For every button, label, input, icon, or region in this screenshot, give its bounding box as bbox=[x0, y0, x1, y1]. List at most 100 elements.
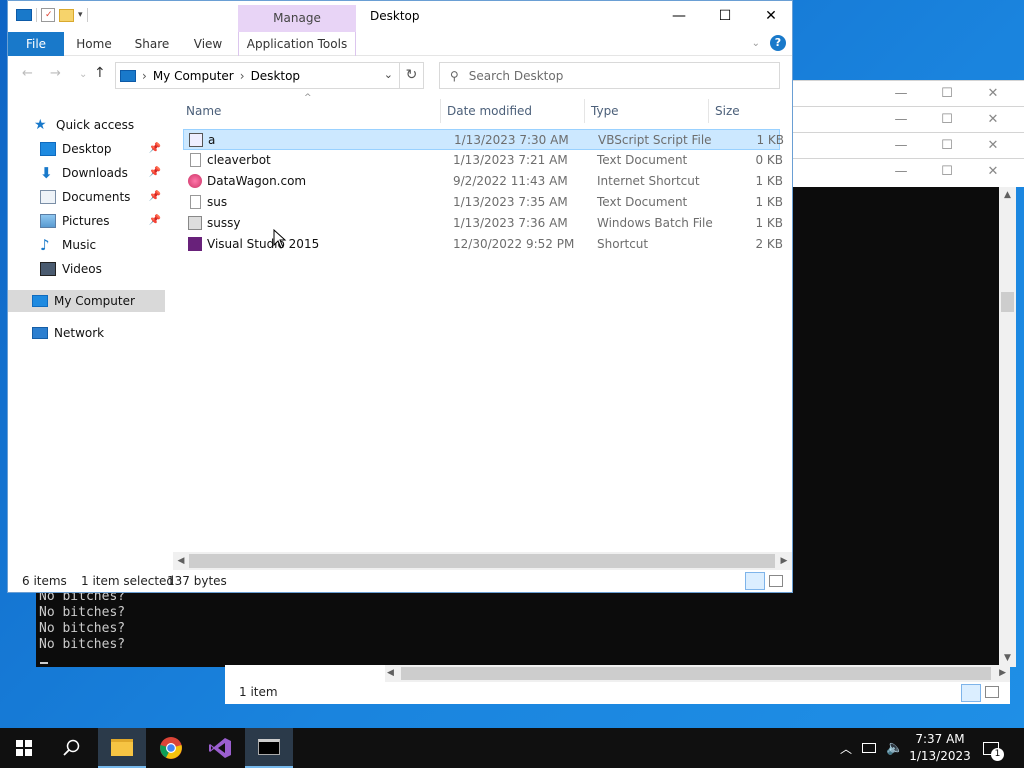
large-icons-view-icon[interactable] bbox=[985, 686, 999, 698]
scroll-thumb[interactable] bbox=[1001, 292, 1014, 312]
column-header-name[interactable]: Name bbox=[186, 101, 221, 121]
chevron-down-icon[interactable]: ▾ bbox=[78, 10, 83, 20]
help-icon[interactable]: ? bbox=[770, 35, 786, 51]
title-bar[interactable]: ✓ ▾ Manage Desktop — ☐ ✕ bbox=[8, 1, 792, 32]
minimize-icon[interactable]: — bbox=[887, 84, 915, 104]
background-window-2[interactable]: — ☐ ✕ bbox=[793, 106, 1024, 132]
tab-manage[interactable]: Manage bbox=[238, 5, 356, 32]
column-divider[interactable] bbox=[708, 99, 709, 123]
tab-view[interactable]: View bbox=[186, 32, 230, 56]
maximize-icon[interactable]: ☐ bbox=[933, 110, 961, 130]
tab-file[interactable]: File bbox=[8, 32, 64, 56]
pin-icon[interactable]: 📌 bbox=[149, 143, 161, 154]
taskbar-chrome[interactable] bbox=[147, 728, 195, 768]
scroll-right-icon[interactable]: ▶ bbox=[999, 665, 1006, 682]
refresh-button[interactable]: ↻ bbox=[399, 62, 424, 89]
scroll-left-icon[interactable]: ◀ bbox=[173, 552, 189, 570]
close-icon[interactable]: ✕ bbox=[979, 110, 1007, 130]
forward-arrow-icon[interactable]: → bbox=[50, 66, 61, 81]
table-row[interactable]: cleaverbot 1/13/2023 7:21 AM Text Docume… bbox=[183, 150, 783, 171]
table-row[interactable]: sus 1/13/2023 7:35 AM Text Document 1 KB bbox=[183, 192, 783, 213]
column-divider[interactable] bbox=[440, 99, 441, 123]
sidebar-item-videos[interactable]: Videos bbox=[8, 258, 165, 280]
tab-share[interactable]: Share bbox=[128, 32, 176, 56]
breadcrumb-my-computer[interactable]: My Computer bbox=[153, 69, 234, 83]
sidebar-item-network[interactable]: Network bbox=[8, 322, 165, 344]
scroll-right-icon[interactable]: ▶ bbox=[776, 552, 792, 570]
maximize-icon[interactable]: ☐ bbox=[933, 162, 961, 182]
background-window-3[interactable]: — ☐ ✕ bbox=[793, 132, 1024, 158]
maximize-button[interactable]: ☐ bbox=[702, 1, 748, 32]
scroll-up-icon[interactable]: ▲ bbox=[999, 187, 1016, 204]
column-header-size[interactable]: Size bbox=[715, 101, 740, 121]
navigation-pane: ★ Quick access Desktop 📌 ⬇ Downloads 📌 D… bbox=[8, 96, 165, 566]
explorer-window-background[interactable]: ◀ ▶ 1 item bbox=[225, 665, 1010, 704]
column-header-type[interactable]: Type bbox=[591, 101, 619, 121]
background-window-1[interactable]: — ☐ ✕ bbox=[793, 80, 1024, 106]
search-input[interactable] bbox=[468, 68, 749, 83]
minimize-icon[interactable]: — bbox=[887, 136, 915, 156]
search-button[interactable] bbox=[48, 728, 96, 768]
text-file-icon bbox=[190, 195, 201, 209]
sidebar-item-downloads[interactable]: ⬇ Downloads 📌 bbox=[8, 162, 165, 184]
table-row[interactable]: DataWagon.com 9/2/2022 11:43 AM Internet… bbox=[183, 171, 783, 192]
back-arrow-icon[interactable]: ← bbox=[22, 66, 33, 81]
minimize-icon[interactable]: — bbox=[887, 110, 915, 130]
show-hidden-icons-icon[interactable]: ︿ bbox=[840, 728, 852, 768]
pin-icon[interactable]: 📌 bbox=[149, 167, 161, 178]
column-divider[interactable] bbox=[584, 99, 585, 123]
up-arrow-icon[interactable]: ↑ bbox=[94, 65, 106, 81]
network-icon[interactable] bbox=[862, 728, 876, 768]
tab-application-tools[interactable]: Application Tools bbox=[238, 32, 356, 56]
sidebar-item-documents[interactable]: Documents 📌 bbox=[8, 186, 165, 208]
new-folder-icon[interactable] bbox=[59, 8, 74, 22]
maximize-icon[interactable]: ☐ bbox=[933, 84, 961, 104]
close-icon[interactable]: ✕ bbox=[979, 162, 1007, 182]
scroll-thumb[interactable] bbox=[401, 667, 991, 680]
taskbar-file-explorer[interactable] bbox=[98, 728, 146, 768]
recent-locations-icon[interactable]: ⌄ bbox=[79, 69, 87, 80]
address-bar[interactable]: › My Computer › Desktop ⌄ bbox=[115, 62, 400, 89]
maximize-icon[interactable]: ☐ bbox=[933, 136, 961, 156]
horizontal-scrollbar[interactable]: ◀ ▶ bbox=[173, 552, 792, 570]
table-row[interactable]: a 1/13/2023 7:30 AM VBScript Script File… bbox=[183, 129, 784, 150]
action-center-button[interactable]: 1 bbox=[983, 728, 1012, 768]
details-view-icon[interactable] bbox=[745, 572, 765, 590]
scroll-left-icon[interactable]: ◀ bbox=[387, 665, 394, 682]
pin-icon[interactable]: 📌 bbox=[149, 191, 161, 202]
pin-icon[interactable]: 📌 bbox=[149, 215, 161, 226]
tab-home[interactable]: Home bbox=[70, 32, 118, 56]
sidebar-item-quick-access[interactable]: ★ Quick access bbox=[8, 114, 165, 136]
sidebar-item-music[interactable]: ♪ Music bbox=[8, 234, 165, 256]
file-explorer-window[interactable]: ✓ ▾ Manage Desktop — ☐ ✕ File Home Share… bbox=[7, 0, 793, 593]
sidebar-item-pictures[interactable]: Pictures 📌 bbox=[8, 210, 165, 232]
sort-ascending-icon: ^ bbox=[304, 93, 312, 103]
file-list[interactable]: ^ Name Date modified Type Size a 1/13/20… bbox=[173, 93, 787, 551]
horizontal-scrollbar[interactable]: ◀ ▶ bbox=[385, 665, 1010, 682]
volume-icon[interactable]: 🔈 bbox=[886, 728, 903, 768]
taskbar-command-prompt[interactable] bbox=[245, 728, 293, 768]
minimize-icon[interactable]: — bbox=[887, 162, 915, 182]
large-icons-view-icon[interactable] bbox=[769, 575, 783, 587]
search-box[interactable]: ⚲ bbox=[439, 62, 780, 89]
minimize-button[interactable]: — bbox=[656, 1, 702, 32]
background-window-4[interactable]: — ☐ ✕ bbox=[793, 158, 1024, 187]
sidebar-item-my-computer[interactable]: My Computer bbox=[8, 290, 165, 312]
close-icon[interactable]: ✕ bbox=[979, 84, 1007, 104]
taskbar-visual-studio[interactable] bbox=[196, 728, 244, 768]
console-scrollbar[interactable]: ▲ ▼ bbox=[999, 187, 1016, 667]
expand-ribbon-icon[interactable]: ⌄ bbox=[752, 38, 760, 49]
details-view-icon[interactable] bbox=[961, 684, 981, 702]
breadcrumb-separator: › bbox=[239, 68, 245, 83]
sidebar-item-desktop[interactable]: Desktop 📌 bbox=[8, 138, 165, 160]
column-header-date[interactable]: Date modified bbox=[447, 101, 532, 121]
start-button[interactable] bbox=[0, 728, 48, 768]
system-clock[interactable]: 7:37 AM 1/13/2023 bbox=[905, 731, 975, 765]
scroll-thumb[interactable] bbox=[189, 554, 775, 568]
close-button[interactable]: ✕ bbox=[748, 1, 794, 32]
address-dropdown-icon[interactable]: ⌄ bbox=[384, 68, 393, 81]
close-icon[interactable]: ✕ bbox=[979, 136, 1007, 156]
breadcrumb-desktop[interactable]: Desktop bbox=[251, 69, 301, 83]
properties-icon[interactable]: ✓ bbox=[41, 8, 55, 22]
taskbar: ︿ 🔈 7:37 AM 1/13/2023 1 bbox=[0, 728, 1024, 768]
